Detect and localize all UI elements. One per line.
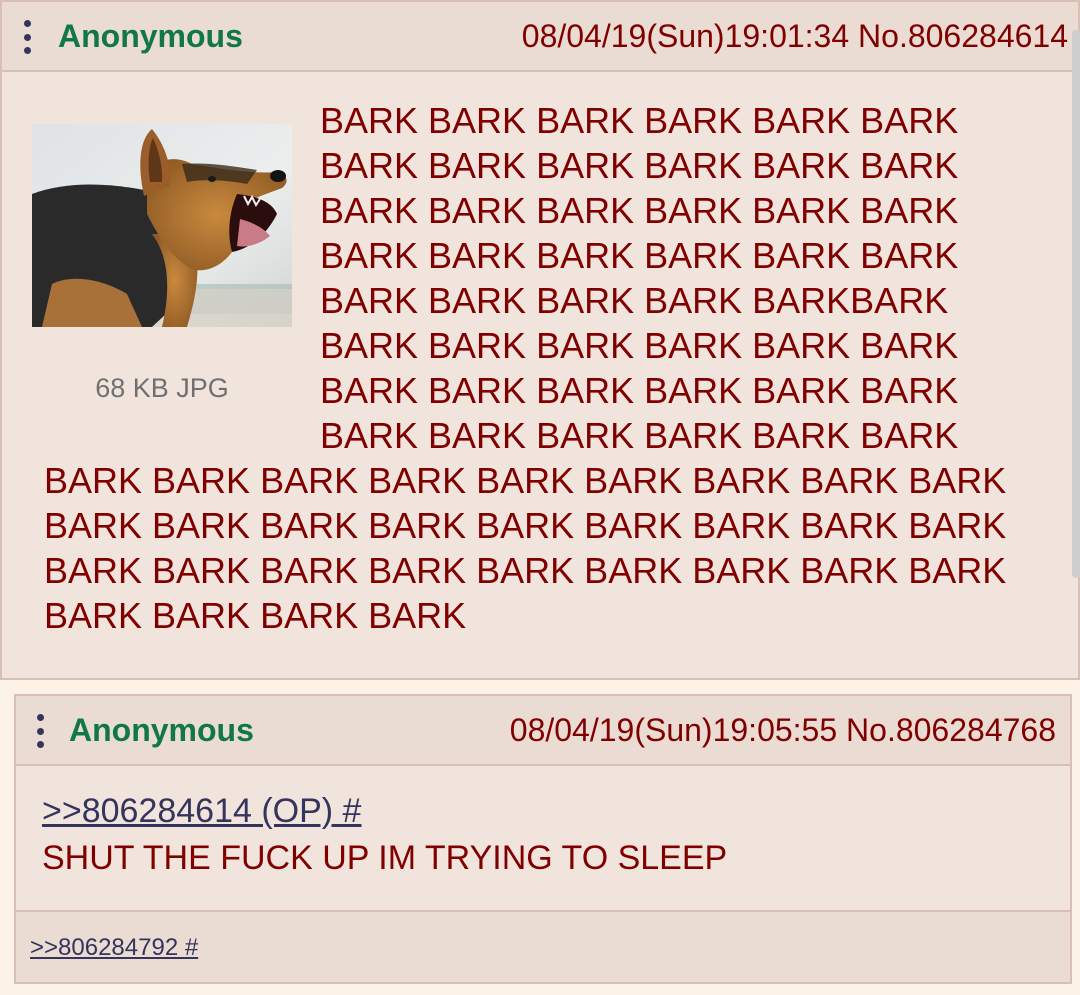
body-line: BARK BARK BARK BARK BARK BARK: [320, 145, 959, 186]
reply-text: SHUT THE FUCK UP IM TRYING TO SLEEP: [42, 839, 728, 877]
poster-name: Anonymous: [58, 18, 243, 54]
quote-link[interactable]: >>806284614 (OP) #: [42, 792, 361, 830]
body-line: BARK BARK BARK BARK BARK BARK: [320, 415, 959, 456]
post-number[interactable]: No.806284768: [846, 712, 1056, 748]
body-line: BARK BARK BARK BARK BARK BARK: [320, 100, 959, 141]
post-header: Anonymous 08/04/19(Sun)19:05:55 No.80628…: [16, 696, 1070, 766]
body-line: BARK BARK BARK BARK BARK BARK BARK BARK …: [44, 505, 1007, 546]
post-body-below-image: BARK BARK BARK BARK BARK BARK BARK BARK …: [44, 458, 1006, 638]
post-menu-icon[interactable]: [37, 714, 45, 748]
body-line: BARK BARK BARK BARK BARK BARK: [320, 235, 959, 276]
scrollbar[interactable]: [1072, 30, 1080, 578]
post-header: Anonymous 08/04/19(Sun)19:01:34 No.80628…: [2, 2, 1078, 72]
post-datetime: 08/04/19(Sun)19:05:55: [509, 712, 838, 748]
backlink[interactable]: >>806284792 #: [30, 930, 198, 966]
barking-dog-thumbnail[interactable]: [32, 124, 292, 327]
post-datetime: 08/04/19(Sun)19:01:34: [521, 18, 850, 54]
body-line: BARK BARK BARK BARK BARK BARK: [320, 370, 959, 411]
post-meta: 08/04/19(Sun)19:05:55 No.806284768: [510, 710, 1056, 750]
body-line: BARK BARK BARK BARK BARK BARK BARK BARK …: [44, 460, 1007, 501]
body-line: BARK BARK BARK BARK: [44, 595, 467, 636]
post-reply: Anonymous 08/04/19(Sun)19:05:55 No.80628…: [14, 694, 1072, 984]
poster-name: Anonymous: [69, 712, 254, 748]
file-info: 68 KB JPG: [95, 373, 229, 403]
post-number[interactable]: No.806284614: [858, 18, 1068, 54]
body-line: BARK BARK BARK BARK BARK BARK: [320, 190, 959, 231]
post-menu-icon[interactable]: [24, 20, 32, 54]
body-line: BARK BARK BARK BARK BARK BARK BARK BARK …: [44, 550, 1007, 591]
body-line: BARK BARK BARK BARK BARKBARK: [320, 280, 949, 321]
backlinks: >>806284792 #: [16, 910, 1070, 982]
reply-body: >>806284614 (OP) # SHUT THE FUCK UP IM T…: [42, 788, 727, 882]
body-line: BARK BARK BARK BARK BARK BARK: [320, 325, 959, 366]
post-op: Anonymous 08/04/19(Sun)19:01:34 No.80628…: [0, 0, 1080, 680]
post-body-beside-image: BARK BARK BARK BARK BARK BARK BARK BARK B…: [320, 98, 958, 458]
post-meta: 08/04/19(Sun)19:01:34 No.806284614: [522, 16, 1068, 56]
